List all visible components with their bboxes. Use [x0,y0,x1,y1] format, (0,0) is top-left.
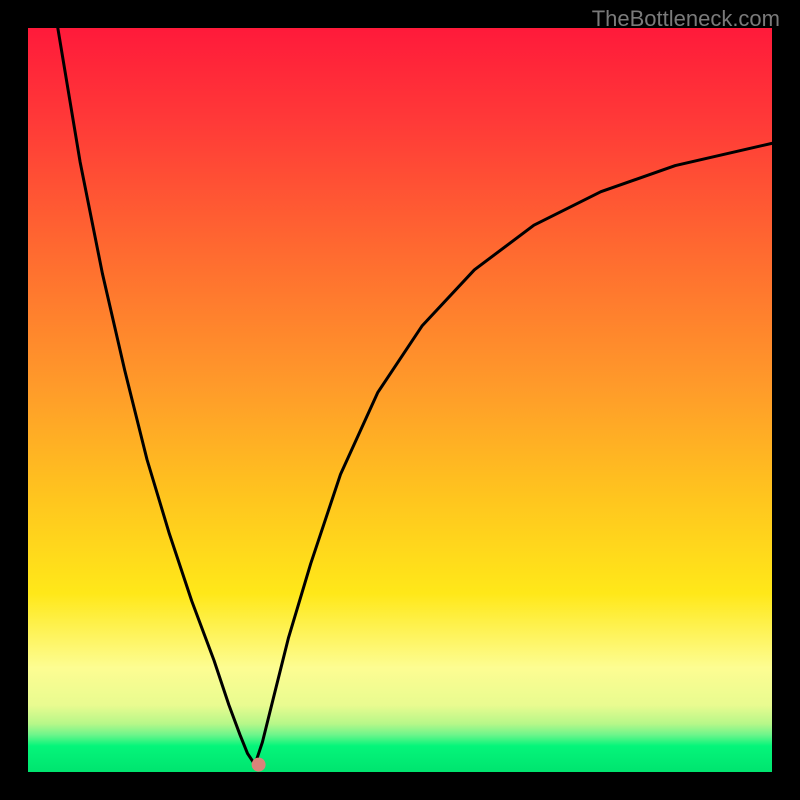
watermark-text: TheBottleneck.com [592,6,780,32]
optimum-marker [252,758,266,772]
chart-svg [28,28,772,772]
heat-background [28,28,772,772]
bottleneck-chart [28,28,772,772]
chart-outer: { "watermark": "TheBottleneck.com", "cha… [0,0,800,800]
